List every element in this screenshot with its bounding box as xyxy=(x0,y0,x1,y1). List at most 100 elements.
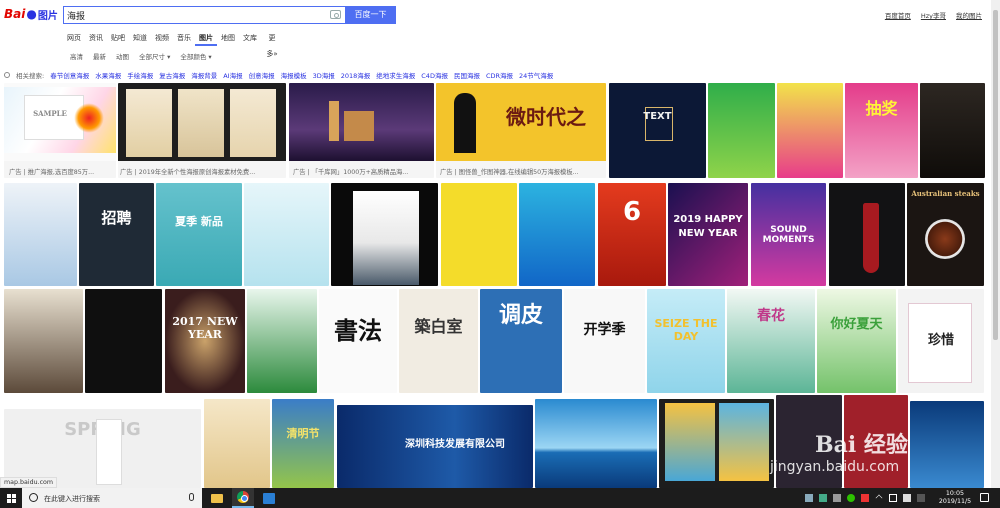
microphone-icon[interactable] xyxy=(189,493,194,501)
image-green-life[interactable] xyxy=(247,289,317,393)
image-floral-poster[interactable] xyxy=(244,183,329,286)
tab-images[interactable]: 图片 xyxy=(195,30,217,46)
image-choujiang[interactable]: 抽奖 xyxy=(845,83,918,178)
tab-map[interactable]: 地图 xyxy=(217,30,239,46)
tab-wenku[interactable]: 文库 xyxy=(239,30,261,46)
tab-more[interactable]: 更多» xyxy=(261,30,283,58)
image-sea[interactable] xyxy=(535,399,657,488)
expand-tray-icon[interactable] xyxy=(875,494,883,502)
filter-size[interactable]: 全部尺寸 ▾ xyxy=(139,51,170,63)
app-tray-icon[interactable] xyxy=(861,494,869,502)
image-red-dress[interactable] xyxy=(829,183,905,286)
image-zhaopin[interactable]: 招聘 xyxy=(79,183,154,286)
image-zhenxi[interactable]: 珍惜 xyxy=(898,289,984,393)
image-tiaopi[interactable]: 调皮 xyxy=(480,289,562,393)
ad-image-sample[interactable]: SAMPLE 广告 | 推广海报,选百度85万... xyxy=(4,83,116,178)
wechat-icon[interactable] xyxy=(847,494,855,502)
related-item[interactable]: 春节创意海报 xyxy=(50,70,89,80)
tab-web[interactable]: 网页 xyxy=(63,30,85,46)
related-item[interactable]: 民国海报 xyxy=(454,70,480,80)
related-item[interactable]: 海报背景 xyxy=(191,70,217,80)
ime-icon[interactable] xyxy=(917,494,925,502)
monitor-icon[interactable] xyxy=(889,494,897,502)
filter-color[interactable]: 全部颜色 ▾ xyxy=(180,51,211,63)
user-link[interactable]: Hzy李哥 xyxy=(921,10,946,20)
poster-text: 2017 NEW YEAR xyxy=(172,315,238,341)
related-item[interactable]: CDR海报 xyxy=(486,70,513,80)
related-item[interactable]: 24节气海报 xyxy=(519,70,553,80)
poster-text: 築白室 xyxy=(414,317,463,336)
image-sound[interactable]: SOUND MOMENTS xyxy=(751,183,826,286)
poster-text: 调皮 xyxy=(498,302,543,328)
related-item[interactable]: 绝地求生海报 xyxy=(376,70,415,80)
filter-hd[interactable]: 高清 xyxy=(70,51,83,63)
image-travel-poster[interactable] xyxy=(659,399,774,488)
image-summer-new[interactable]: 夏季 新品 xyxy=(156,183,242,286)
notification-icon[interactable] xyxy=(980,493,989,502)
image-dark-figure[interactable] xyxy=(85,289,162,393)
related-item[interactable]: 3D海报 xyxy=(313,70,335,80)
camera-icon[interactable] xyxy=(330,10,341,19)
image-kaixue[interactable]: 开学季 xyxy=(564,289,645,393)
image-tech[interactable]: 深圳科技发展有限公司 xyxy=(337,405,533,488)
related-item[interactable]: 创意海报 xyxy=(249,70,275,80)
image-six[interactable]: 6 xyxy=(598,183,666,286)
image-dark-poster[interactable] xyxy=(920,83,985,178)
image-ink-gray[interactable] xyxy=(4,289,83,393)
related-item[interactable]: 水果海报 xyxy=(95,70,121,80)
scrollbar-thumb[interactable] xyxy=(993,10,998,340)
image-ink-poster[interactable] xyxy=(4,183,77,286)
start-button[interactable] xyxy=(0,488,22,508)
tab-zhidao[interactable]: 知道 xyxy=(129,30,151,46)
image-2017[interactable]: 2017 NEW YEAR xyxy=(165,289,245,393)
image-yellow-poster[interactable] xyxy=(441,183,517,286)
taskbar-chrome[interactable] xyxy=(232,488,254,508)
tab-video[interactable]: 视频 xyxy=(151,30,173,46)
taskbar-file-explorer[interactable] xyxy=(206,488,228,508)
related-item[interactable]: 手绘海报 xyxy=(127,70,153,80)
related-item[interactable]: 海报模板 xyxy=(281,70,307,80)
filter-animated[interactable]: 动图 xyxy=(116,51,129,63)
network-icon[interactable] xyxy=(805,494,813,502)
image-beijing[interactable] xyxy=(204,399,270,488)
sync-icon[interactable] xyxy=(833,494,841,502)
scrollbar[interactable] xyxy=(991,0,1000,488)
security-icon[interactable] xyxy=(819,494,827,502)
taskbar-search[interactable]: 在此键入进行搜索 xyxy=(22,488,202,508)
watermark-url: jingyan.baidu.com xyxy=(770,459,900,475)
related-item[interactable]: 2018海报 xyxy=(341,70,371,80)
image-2019[interactable]: 2019 HAPPY NEW YEAR xyxy=(668,183,748,286)
image-zhubaishi[interactable]: 築白室 xyxy=(399,289,478,393)
image-text-abstract[interactable]: TEXT xyxy=(609,83,706,178)
taskbar-clock[interactable]: 10:05 2019/11/5 xyxy=(935,490,975,506)
filter-latest[interactable]: 最新 xyxy=(93,51,106,63)
image-dancer[interactable] xyxy=(519,183,595,286)
image-seize[interactable]: SEIZE THE DAY xyxy=(647,289,725,393)
taskbar-app[interactable] xyxy=(258,488,280,508)
image-nihao-summer[interactable]: 你好夏天 xyxy=(817,289,896,393)
related-item[interactable]: 复古海报 xyxy=(159,70,185,80)
image-steaks[interactable]: Australian steaks xyxy=(907,183,984,286)
related-searches: 相关搜索: 春节创意海报 水果海报 手绘海报 复古海报 海报背景 AI海报 创意… xyxy=(4,69,553,81)
related-item[interactable]: AI海报 xyxy=(223,70,242,80)
my-images-link[interactable]: 我的图片 xyxy=(956,10,982,20)
ad-image-weishidai[interactable]: 微时代之 广告 | 图怪兽_作图神器,在线编辑50万海报模板... xyxy=(436,83,606,178)
image-pink-poster[interactable] xyxy=(777,83,843,178)
image-qingming[interactable]: 清明节 xyxy=(272,399,334,488)
related-item[interactable]: C4D海报 xyxy=(421,70,448,80)
tab-music[interactable]: 音乐 xyxy=(173,30,195,46)
tab-tieba[interactable]: 贴吧 xyxy=(107,30,129,46)
search-input[interactable] xyxy=(67,9,317,22)
image-chunhua[interactable]: 春花 xyxy=(727,289,815,393)
search-button[interactable]: 百度一下 xyxy=(345,6,396,24)
paw-icon: ● xyxy=(26,7,37,21)
image-green-poster[interactable] xyxy=(708,83,775,178)
tab-news[interactable]: 资讯 xyxy=(85,30,107,46)
volume-icon[interactable] xyxy=(903,494,911,502)
ad-image-fans[interactable]: 广告 | 2019年全新个性海报原创海报素材免费... xyxy=(118,83,286,178)
image-mountain-poster[interactable] xyxy=(331,183,438,286)
home-link[interactable]: 百度首页 xyxy=(885,10,911,20)
image-shufa[interactable]: 書法 xyxy=(319,289,397,393)
ad-image-city[interactable]: 广告 | 「千库网」1000万+高质精品海... xyxy=(289,83,434,178)
baidu-images-logo[interactable]: Bai ● 图片 xyxy=(4,4,58,24)
